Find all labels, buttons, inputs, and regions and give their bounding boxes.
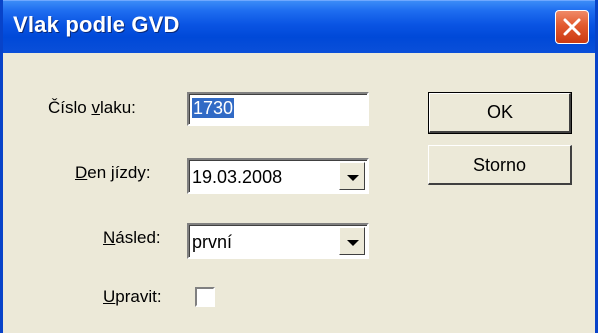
train-number-label: Číslo vlaku:	[48, 98, 136, 117]
cancel-button[interactable]: Storno	[428, 145, 572, 185]
edit-checkbox[interactable]	[195, 287, 215, 307]
chevron-down-icon	[347, 175, 359, 181]
ok-button[interactable]: OK	[428, 92, 572, 134]
travel-day-label: Den jízdy:	[75, 163, 151, 182]
train-number-input[interactable]: 1730	[187, 92, 369, 126]
travel-day-dropdown-button[interactable]	[339, 162, 365, 190]
following-label: Násled:	[103, 228, 161, 247]
following-dropdown-button[interactable]	[339, 227, 365, 255]
close-button[interactable]	[555, 10, 589, 44]
dialog-window: Vlak podle GVD Číslo vlaku: 1730 Den jíz…	[0, 0, 598, 333]
edit-label: Upravit:	[103, 287, 162, 306]
close-icon	[563, 18, 581, 36]
chevron-down-icon	[347, 240, 359, 246]
title-bar[interactable]: Vlak podle GVD	[3, 0, 595, 53]
following-combobox[interactable]: první	[187, 223, 369, 259]
train-number-value: 1730	[192, 98, 235, 118]
window-title: Vlak podle GVD	[13, 12, 180, 37]
travel-day-combobox[interactable]: 19.03.2008	[187, 158, 369, 194]
following-value: první	[192, 232, 233, 252]
travel-day-value: 19.03.2008	[192, 167, 283, 187]
